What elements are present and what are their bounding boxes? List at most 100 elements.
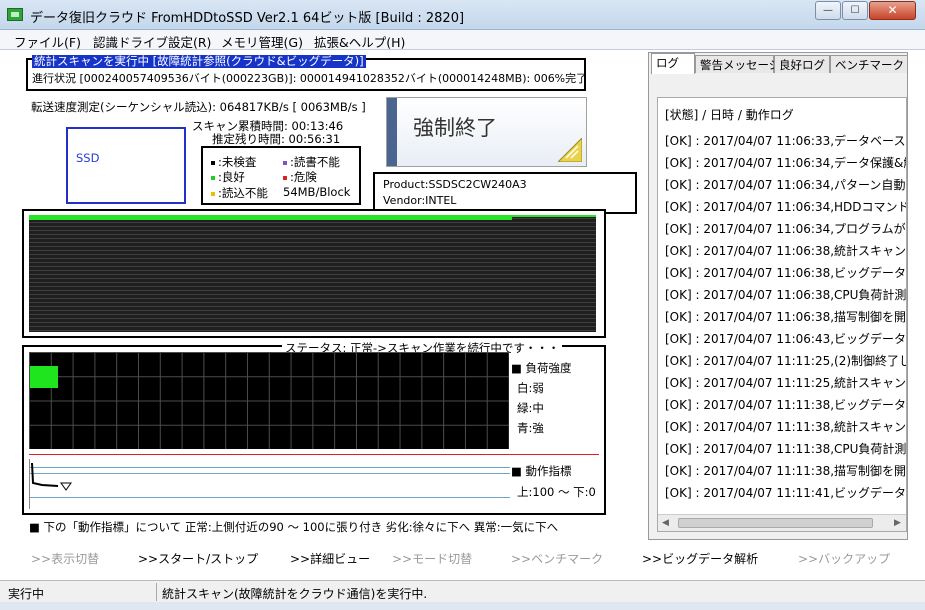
mode-toggle-button[interactable]: >>モード切替 (392, 550, 472, 567)
force-stop-button[interactable]: 強制終了 (386, 97, 587, 167)
view-toggle-button[interactable]: >>表示切替 (31, 550, 99, 567)
load-title: ■ 負荷強度 (511, 361, 572, 375)
scan-banner: 統計スキャンを実行中 [故障統計参照(クラウド&ビッグデータ)] (32, 54, 366, 68)
transfer-speed: 転送速度測定(シーケンシャル読込): 064817KB/s [ 0063MB/s… (31, 100, 366, 114)
log-row: [OK] : 2017/04/07 11:06:38,描写制御を開 (665, 310, 907, 324)
log-list[interactable]: [状態] / 日時 / 動作ログ [OK] : 2017/04/07 11:06… (657, 97, 907, 532)
start-stop-button[interactable]: >>スタート/ストップ (138, 550, 258, 567)
device-vendor: Vendor:INTEL (383, 194, 457, 207)
stop-corner-icon (558, 138, 582, 162)
indicator-note: ■ 下の「動作指標」について 正常:上側付近の90 〜 100に張り付き 劣化:… (29, 520, 559, 534)
read-fail-swatch (283, 160, 287, 165)
tab-log[interactable]: ログ (651, 53, 695, 74)
load-panel: ステータス: 正常->スキャン作業を続行中です・・・ ■ 負荷強度 白:弱 緑:… (22, 340, 606, 515)
scan-map-panel (22, 209, 606, 338)
log-row: [OK] : 2017/04/07 11:11:38,描写制御を開 (665, 464, 907, 478)
legend-block-size: 54MB/Block (283, 185, 351, 199)
legend-unchecked: :未検査 (211, 154, 256, 170)
status-bar: 実行中 統計スキャン(故障統計をクラウド通信)を実行中. (0, 580, 925, 602)
action-bar: >>表示切替 >>スタート/ストップ >>詳細ビュー >>モード切替 >>ベンチ… (0, 545, 925, 570)
log-row: [OK] : 2017/04/07 11:06:34,HDDコマンド (665, 200, 907, 214)
menu-help[interactable]: 拡張&ヘルプ(H) (314, 32, 405, 51)
scroll-thumb[interactable] (678, 518, 873, 528)
horizontal-scrollbar[interactable]: ◀ ▶ (658, 514, 906, 531)
app-icon (7, 8, 23, 21)
backup-button[interactable]: >>バックアップ (798, 550, 890, 567)
detail-view-button[interactable]: >>詳細ビュー (290, 550, 370, 567)
button-accent-bar (387, 98, 397, 166)
note-marker-icon: ■ (29, 520, 44, 534)
minimize-button[interactable]: — (815, 1, 841, 20)
scanned-progress-bar (29, 215, 512, 220)
danger-swatch (283, 175, 287, 180)
title-bar: データ復旧クラウド FromHDDtoSSD Ver2.1 64ビット版 [Bu… (0, 0, 925, 30)
log-header: [状態] / 日時 / 動作ログ (665, 108, 794, 122)
unchecked-swatch (211, 160, 215, 165)
menu-memory[interactable]: メモリ管理(G) (221, 32, 303, 51)
progress-text: 進行状況 [000240057409536バイト(000223GB)]: 000… (32, 72, 588, 85)
bigdata-analysis-button[interactable]: >>ビッグデータ解析 (642, 550, 758, 567)
device-info-box: Product:SSDSC2CW240A3 Vendor:INTEL (373, 172, 637, 214)
status-right: 統計スキャン(故障統計をクラウド通信)を実行中. (162, 587, 428, 601)
log-row: [OK] : 2017/04/07 11:06:34,データ保護&解 (665, 156, 907, 170)
log-row: [OK] : 2017/04/07 11:11:25,統計スキャン (665, 376, 907, 390)
indicator-graph (29, 459, 510, 509)
status-separator (156, 583, 157, 601)
load-marker-icon: ■ (511, 361, 526, 375)
drive-box: SSD (66, 127, 186, 204)
graph-line (30, 467, 510, 468)
log-row: [OK] : 2017/04/07 11:11:38,CPU負荷計測 (665, 442, 907, 456)
load-block (30, 366, 58, 388)
log-row: [OK] : 2017/04/07 11:06:33,データベース( (665, 134, 907, 148)
legend-good: :良好 (211, 169, 245, 185)
menu-drive-settings[interactable]: 認識ドライブ設定(R) (93, 32, 211, 51)
scanned-progress-tail (512, 215, 596, 217)
load-white: 白:弱 (517, 381, 544, 395)
read-slow-swatch (211, 191, 215, 196)
legend-read-fail: :読書不能 (283, 154, 340, 170)
log-row: [OK] : 2017/04/07 11:06:43,ビッグデータの (665, 332, 907, 346)
log-row: [OK] : 2017/04/07 11:06:38,CPU負荷計測 (665, 288, 907, 302)
tab-warnings[interactable]: 警告メッセージ (695, 55, 780, 73)
scroll-left-icon[interactable]: ◀ (662, 518, 669, 528)
menu-file[interactable]: ファイル(F) (14, 32, 81, 51)
log-row: [OK] : 2017/04/07 11:11:25,(2)制御終了し (665, 354, 907, 368)
legend-box: :未検査 :読書不能 :良好 :危険 :読込不能 54MB/Block (201, 146, 361, 205)
legend-read-slow: :読込不能 (211, 185, 268, 201)
sector-map (29, 215, 596, 332)
threshold-line (29, 454, 599, 455)
log-row: [OK] : 2017/04/07 11:06:34,パターン自動 (665, 178, 906, 192)
log-panel: ログ 警告メッセージ 良好ログ ベンチマーク [状態] / 日時 / 動作ログ … (648, 52, 908, 540)
indicator-title: ■ 動作指標 (511, 464, 572, 478)
scroll-right-icon[interactable]: ▶ (894, 518, 901, 528)
force-stop-label: 強制終了 (413, 116, 497, 140)
log-row: [OK] : 2017/04/07 11:11:38,統計スキャン (665, 420, 907, 434)
drive-label: SSD (76, 151, 100, 165)
good-swatch (211, 175, 215, 180)
log-row: [OK] : 2017/04/07 11:06:38,統計スキャン (665, 244, 907, 258)
indicator-range: 上:100 〜 下:0 (517, 485, 596, 499)
remaining-time: 推定残り時間: 00:56:31 (212, 132, 341, 146)
indicator-trace (31, 462, 72, 491)
graph-line (30, 473, 510, 474)
log-row: [OK] : 2017/04/07 11:11:41,ビッグデータの (665, 486, 907, 500)
log-row: [OK] : 2017/04/07 11:11:38,ビッグデータ (665, 398, 907, 412)
log-row: [OK] : 2017/04/07 11:06:34,プログラムが (665, 222, 906, 236)
load-blue: 青:強 (517, 421, 544, 435)
menu-bar: ファイル(F) 認識ドライブ設定(R) メモリ管理(G) 拡張&ヘルプ(H) (0, 30, 925, 50)
benchmark-button[interactable]: >>ベンチマーク (511, 550, 603, 567)
legend-danger: :危険 (283, 169, 317, 185)
indicator-marker-icon: ■ (511, 464, 526, 478)
status-left: 実行中 (8, 587, 45, 601)
log-tabs: ログ 警告メッセージ 良好ログ ベンチマーク (649, 53, 909, 74)
load-grid (29, 352, 509, 449)
tab-good-log[interactable]: 良好ログ (774, 55, 830, 73)
graph-line (30, 497, 510, 498)
log-row: [OK] : 2017/04/07 11:06:38,ビッグデータ (665, 266, 907, 280)
device-product: Product:SSDSC2CW240A3 (383, 178, 527, 191)
window-title: データ復旧クラウド FromHDDtoSSD Ver2.1 64ビット版 [Bu… (30, 11, 465, 26)
close-button[interactable]: ✕ (869, 1, 916, 20)
maximize-button[interactable]: ☐ (842, 1, 868, 20)
tab-benchmark[interactable]: ベンチマーク (830, 55, 908, 73)
load-green: 緑:中 (517, 401, 544, 415)
